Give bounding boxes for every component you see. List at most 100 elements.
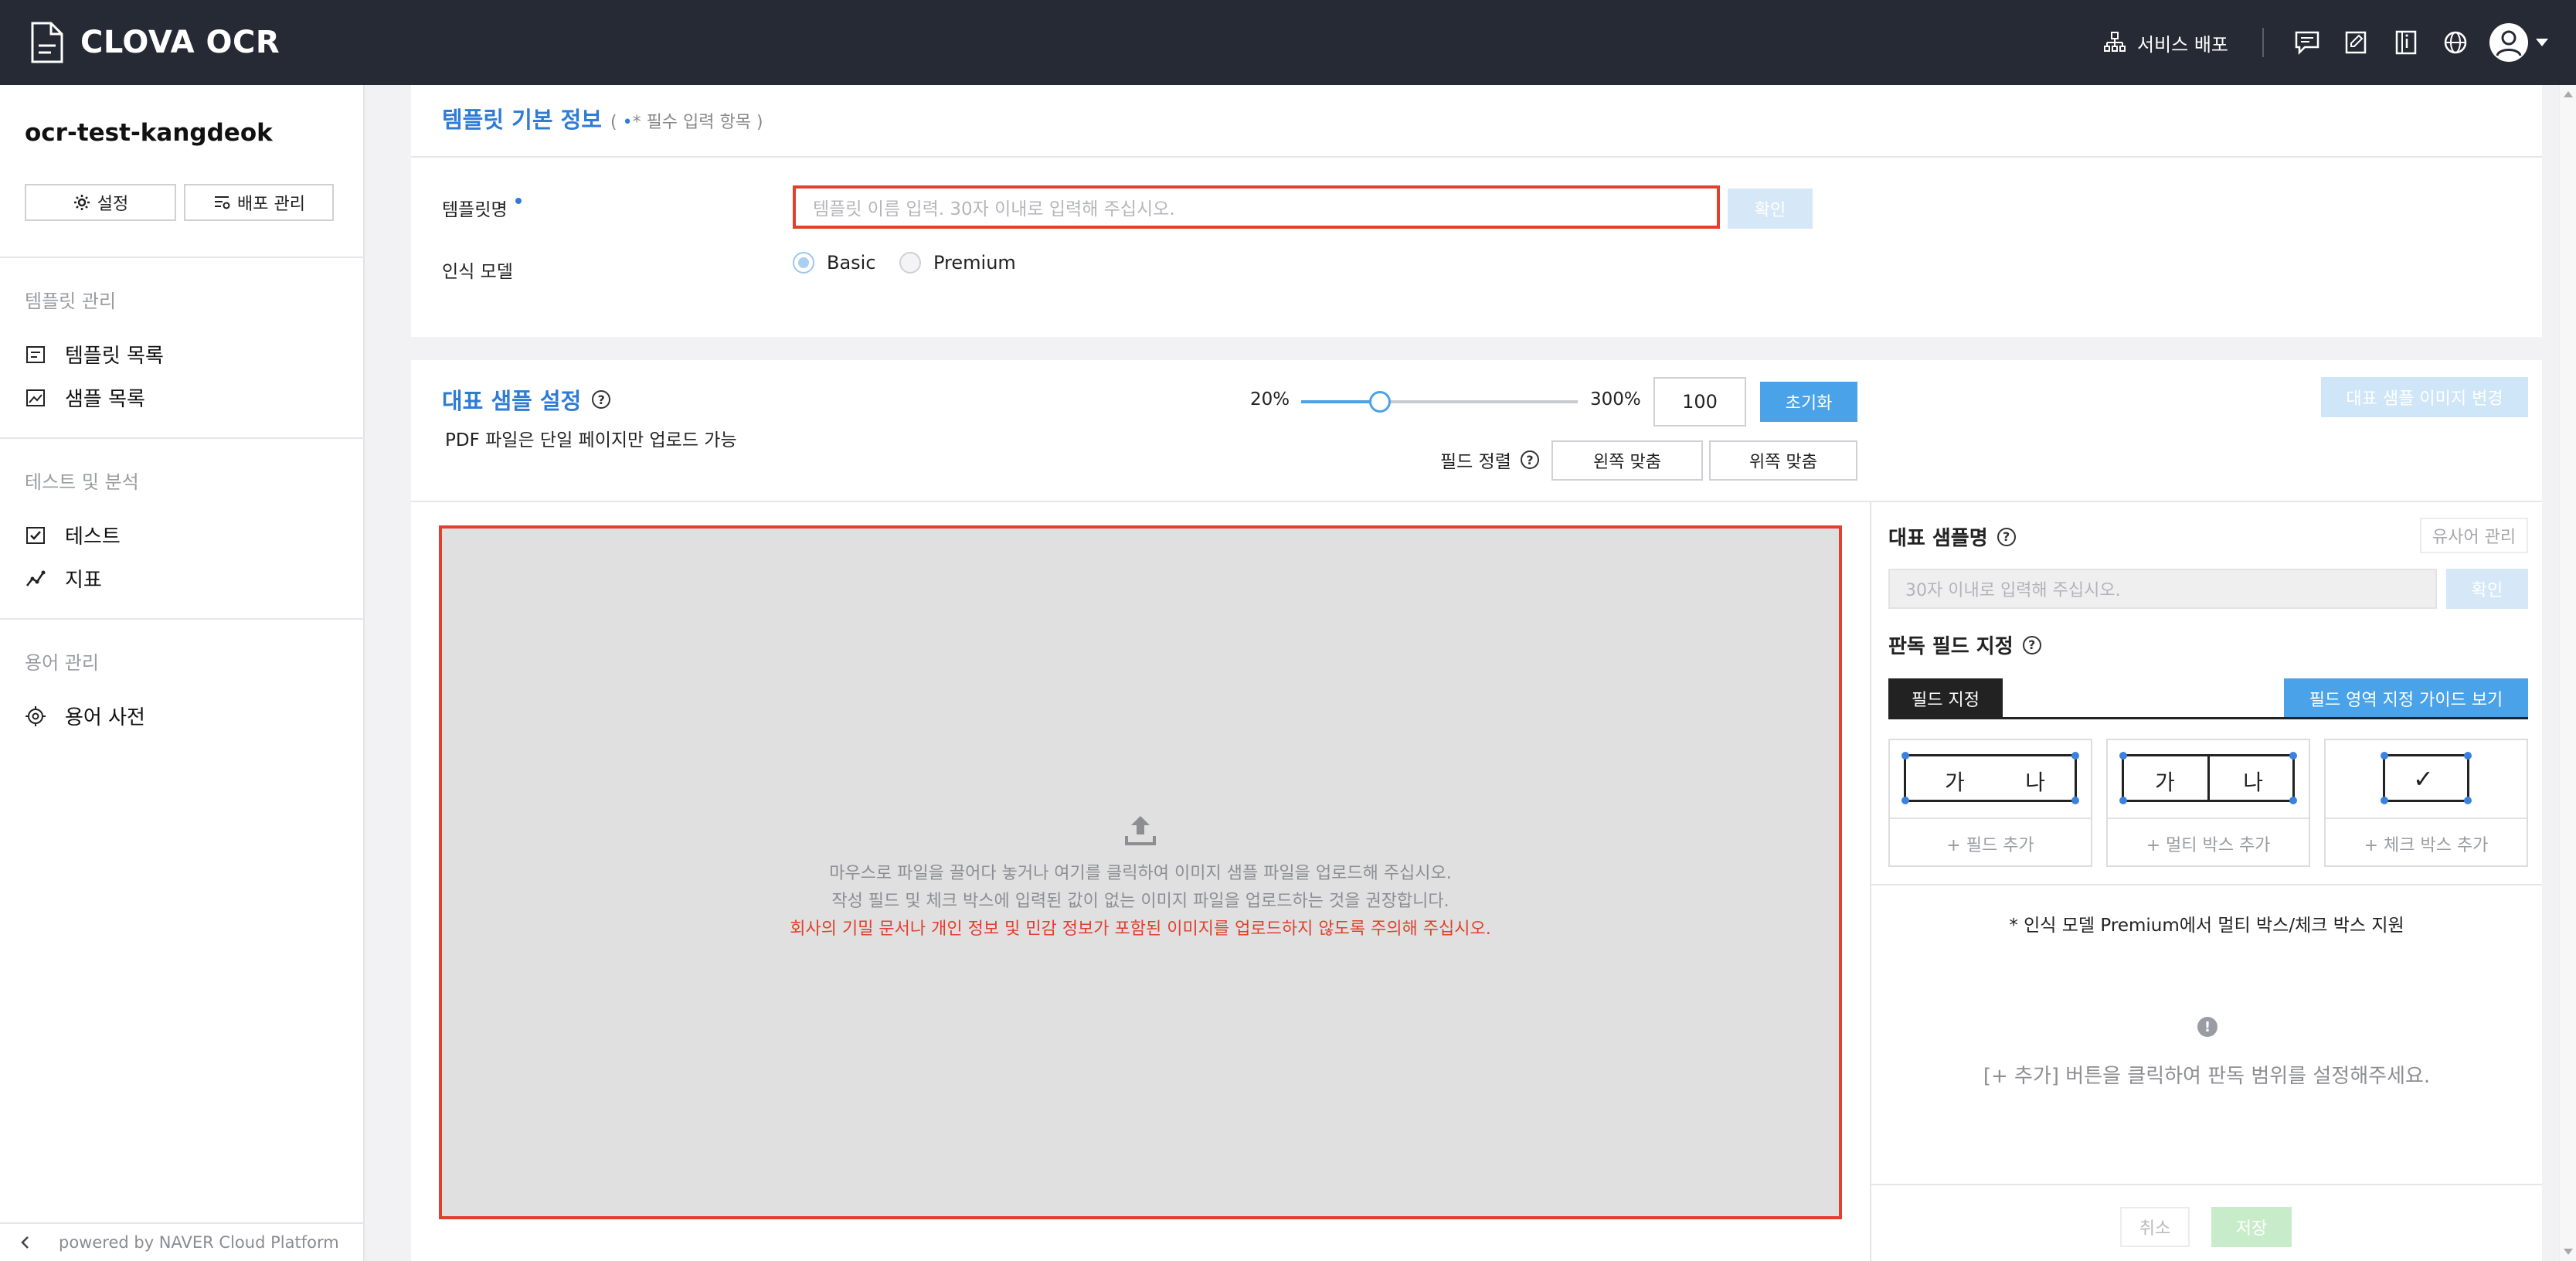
template-name-confirm-button[interactable]: 확인: [1728, 189, 1813, 229]
zoom-slider-thumb[interactable]: [1369, 391, 1392, 413]
synonym-management-button[interactable]: 유사어 관리: [2420, 518, 2528, 553]
zoom-input[interactable]: 100: [1653, 377, 1746, 427]
language-button[interactable]: [2440, 27, 2471, 58]
sample-settings-title-row: 대표 샘플 설정 ?: [442, 383, 611, 416]
gear-icon: [73, 195, 90, 210]
zoom-slider-fill: [1301, 400, 1381, 403]
resize-handle: [2119, 752, 2127, 760]
preview-char: 가: [1945, 770, 1965, 795]
guide-icon: [2395, 30, 2417, 55]
cancel-button[interactable]: 취소: [2120, 1207, 2190, 1247]
logo[interactable]: CLOVA OCR: [28, 20, 280, 65]
template-name-label: 템플릿명: [442, 195, 522, 221]
notice-button[interactable]: [2341, 27, 2372, 58]
required-note-text: * 필수 입력 항목 ): [632, 113, 763, 132]
required-dot: •: [622, 113, 633, 132]
field-title-row: 판독 필드 지정 ?: [1888, 630, 2041, 659]
resize-handle: [2071, 752, 2079, 760]
sidebar-item-template-list[interactable]: 템플릿 목록: [25, 340, 164, 369]
sitemap-icon: [2103, 32, 2126, 52]
align-top-button[interactable]: 위쪽 맞춤: [1709, 440, 1857, 481]
tab-field-designation[interactable]: 필드 지정: [1888, 678, 2003, 719]
required-note: ( •* 필수 입력 항목 ): [610, 108, 763, 133]
help-icon[interactable]: ?: [592, 390, 611, 409]
deploy-management-label: 배포 관리: [237, 195, 305, 214]
field-align-label: 필드 정렬: [1440, 452, 1511, 472]
upload-dropzone[interactable]: 마우스로 파일을 끌어다 놓거나 여기를 클릭하여 이미지 샘플 파일을 업로드…: [439, 525, 1842, 1219]
card-divider: [411, 501, 2542, 502]
sidebar-item-label: 용어 사전: [65, 706, 145, 729]
model-radio-premium[interactable]: Premium: [899, 252, 1016, 274]
template-info-title: 템플릿 기본 정보: [442, 107, 602, 133]
tab-underline: [1888, 717, 2528, 719]
sidebar-item-metrics[interactable]: 지표: [25, 564, 102, 593]
scroll-down-icon[interactable]: [2564, 1249, 2573, 1255]
drop-recommendation: 작성 필드 및 체크 박스에 입력된 값이 없는 이미지 파일을 업로드하는 것…: [831, 892, 1449, 911]
upload-icon: [1125, 816, 1156, 845]
sidebar-footer: powered by NAVER Cloud Platform: [0, 1222, 365, 1261]
resize-handle: [2119, 797, 2127, 804]
settings-label: 설정: [97, 195, 129, 214]
change-sample-image-button[interactable]: 대표 샘플 이미지 변경: [2321, 377, 2528, 417]
pdf-note: PDF 파일은 단일 페이지만 업로드 가능: [445, 430, 737, 450]
panel-divider: [1871, 1184, 2542, 1185]
sidebar: ocr-test-kangdeok 설정 배포 관리 템플릿 관리 템플릿 목록: [0, 85, 365, 1261]
resize-handle: [2381, 752, 2388, 760]
guide-button[interactable]: [2391, 27, 2421, 58]
help-icon[interactable]: ?: [1997, 527, 2016, 546]
reset-button[interactable]: 초기화: [1760, 382, 1857, 422]
service-deploy-button[interactable]: 서비스 배포: [2103, 29, 2228, 56]
settings-button[interactable]: 설정: [25, 184, 176, 221]
panel-divider: [1871, 884, 2542, 885]
sample-settings-card: 대표 샘플 설정 ? PDF 파일은 단일 페이지만 업로드 가능 20% 30…: [411, 360, 2542, 1261]
template-name-placeholder: 템플릿 이름 입력. 30자 이내로 입력해 주십시오.: [813, 199, 1175, 219]
chevron-left-icon[interactable]: [17, 1234, 34, 1251]
preview-char: 가: [2155, 770, 2175, 795]
zoom-min-label: 20%: [1250, 389, 1290, 410]
card-divider: [2108, 817, 2309, 819]
sidebar-item-dictionary[interactable]: 용어 사전: [25, 702, 145, 730]
model-label: 인식 모델: [442, 262, 513, 282]
add-field-button[interactable]: + 필드 추가: [1890, 821, 2091, 867]
drop-warning: 회사의 기밀 문서나 개인 정보 및 민감 정보가 포함된 이미지를 업로드하지…: [790, 919, 1491, 939]
required-dot: [515, 198, 522, 204]
template-name-label-text: 템플릿명: [442, 200, 508, 220]
profile-avatar[interactable]: [2489, 23, 2528, 62]
deploy-management-button[interactable]: 배포 관리: [184, 184, 334, 221]
field-type-checkbox[interactable]: ✓ + 체크 박스 추가: [2324, 739, 2528, 867]
field-guide-button[interactable]: 필드 영역 지정 가이드 보기: [2284, 678, 2528, 719]
model-radio-basic[interactable]: Basic: [793, 252, 876, 274]
notice-icon: [2345, 31, 2367, 54]
chevron-down-icon[interactable]: [2536, 39, 2548, 46]
scroll-up-icon[interactable]: [2564, 91, 2573, 97]
target-icon: [25, 705, 46, 726]
zoom-max-label: 300%: [1590, 389, 1641, 410]
field-type-single[interactable]: 가 나 + 필드 추가: [1888, 739, 2092, 867]
sample-name-input[interactable]: 30자 이내로 입력해 주십시오.: [1888, 569, 2437, 609]
resize-handle: [2071, 797, 2079, 804]
field-type-multi[interactable]: 가 나 + 멀티 박스 추가: [2106, 739, 2310, 867]
check-doc-icon: [26, 526, 45, 544]
language-icon: [2444, 31, 2467, 54]
sample-name-confirm-button[interactable]: 확인: [2446, 569, 2528, 609]
help-icon[interactable]: ?: [2022, 635, 2041, 654]
add-checkbox-button[interactable]: + 체크 박스 추가: [2326, 821, 2527, 867]
add-multi-box-button[interactable]: + 멀티 박스 추가: [2108, 821, 2309, 867]
align-left-button[interactable]: 왼쪽 맞춤: [1551, 440, 1703, 481]
template-info-card: 템플릿 기본 정보 ( •* 필수 입력 항목 ) 템플릿명 템플릿 이름 입력…: [411, 85, 2542, 337]
single-field-preview: 가 나: [1901, 752, 2079, 804]
template-name-input[interactable]: 템플릿 이름 입력. 30자 이내로 입력해 주십시오.: [793, 185, 1720, 229]
sidebar-item-test[interactable]: 테스트: [25, 521, 121, 549]
section-title-terms: 용어 관리: [25, 652, 99, 674]
save-button[interactable]: 저장: [2211, 1207, 2292, 1247]
page-scrollbar[interactable]: [2559, 85, 2576, 1261]
sample-name-title: 대표 샘플명: [1888, 527, 1988, 550]
info-icon: !: [2197, 1017, 2217, 1037]
sidebar-item-label: 테스트: [65, 525, 121, 549]
help-icon[interactable]: ?: [1520, 450, 1539, 469]
sidebar-item-sample-list[interactable]: 샘플 목록: [25, 383, 145, 412]
feedback-button[interactable]: [2292, 27, 2323, 58]
radio-unchecked-icon: [899, 252, 921, 274]
check-icon: ✓: [2413, 764, 2434, 794]
resize-handle: [2381, 797, 2388, 804]
